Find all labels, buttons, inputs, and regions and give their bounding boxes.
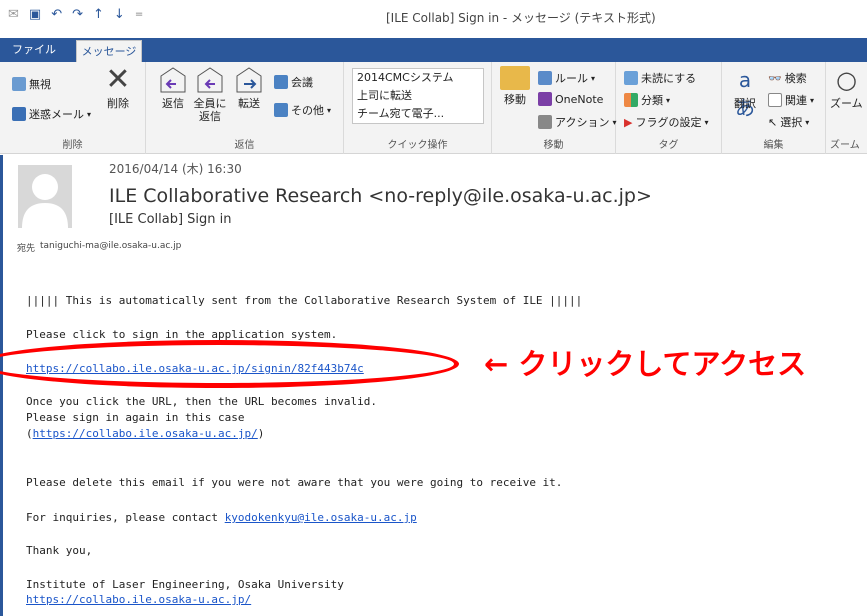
reading-pane-border <box>0 155 3 616</box>
binoculars-icon: 👓 <box>768 71 782 85</box>
click-callout: ← クリックしてアクセス <box>484 347 807 381</box>
onenote-button[interactable]: OneNote <box>538 92 603 106</box>
unread-icon <box>624 71 638 85</box>
related-icon <box>768 93 782 107</box>
tab-message[interactable]: メッセージ <box>76 40 142 62</box>
ignore-button[interactable]: 無視 <box>12 76 51 92</box>
flag-icon: ▶ <box>624 115 633 129</box>
to-address[interactable]: taniguchi-ma@ile.osaka-u.ac.jp <box>40 241 181 251</box>
sender[interactable]: ILE Collaborative Research <no-reply@ile… <box>109 185 652 207</box>
zoom-group: ○ ズーム ズーム <box>826 62 867 154</box>
message-date: 2016/04/14 (木) 16:30 <box>109 162 242 176</box>
redo-icon[interactable]: ↷ <box>72 7 83 22</box>
translate-button[interactable]: aあ 翻訳 <box>728 66 762 120</box>
body-line: Once you click the URL, then the URL bec… <box>26 395 377 408</box>
customize-icon[interactable]: = <box>135 9 143 20</box>
body-line: Thank you, <box>26 544 93 557</box>
quick-step-item[interactable]: 上司に転送 <box>353 87 483 105</box>
subject: [ILE Collab] Sign in <box>109 212 232 227</box>
meeting-button[interactable]: 会議 <box>274 74 313 90</box>
tab-file[interactable]: ファイル <box>0 38 68 62</box>
onenote-icon <box>538 92 552 106</box>
rules-icon <box>538 71 552 85</box>
move-group: 移動 ルール ▾ OneNote アクション ▾ 移動 <box>492 62 616 154</box>
save-icon[interactable]: ▣ <box>29 7 41 22</box>
categorize-icon <box>624 93 638 107</box>
meeting-icon <box>274 75 288 89</box>
magnifier-icon: ○ <box>836 66 857 94</box>
reply-all-button[interactable]: 全員に 返信 <box>192 66 228 123</box>
quick-steps-list: 2014CMCシステム 上司に転送 チーム宛て電子... <box>352 68 484 124</box>
window-title: [ILE Collab] Sign in - メッセージ (テキスト形式) <box>386 11 656 25</box>
quick-step-item[interactable]: チーム宛て電子... <box>353 105 483 123</box>
actions-icon <box>538 115 552 129</box>
to-label: 宛先 <box>17 244 36 254</box>
delete-button[interactable]: ✕ 削除 <box>100 62 136 111</box>
mail-icon: ✉ <box>8 7 19 22</box>
forward-button[interactable]: 転送 <box>232 66 266 110</box>
forward-icon <box>236 67 262 93</box>
body-line: Please click to sign in the application … <box>26 328 338 341</box>
chevron-down-icon: ▾ <box>591 73 596 83</box>
highlight-oval <box>0 340 459 388</box>
zoom-button[interactable]: ○ ズーム <box>830 66 867 110</box>
find-button[interactable]: 👓 検索 <box>768 70 807 86</box>
followup-button[interactable]: ▶ フラグの設定 ▾ <box>624 114 708 130</box>
folder-icon <box>500 66 530 90</box>
editing-group: aあ 翻訳 👓 検索 関連 ▾ ↖ 選択 ▾ 編集 <box>722 62 826 154</box>
ignore-icon <box>12 77 26 91</box>
rules-button[interactable]: ルール ▾ <box>538 70 595 86</box>
chevron-down-icon: ▾ <box>810 95 815 105</box>
reply-button[interactable]: 返信 <box>156 66 190 110</box>
person-icon <box>22 174 68 228</box>
body-line: Please delete this email if you were not… <box>26 476 563 489</box>
quick-access-toolbar: ✉ ▣ ↶ ↷ ↑ ↓ = <box>8 7 143 22</box>
delete-icon: ✕ <box>105 62 131 97</box>
tags-group: 未読にする 分類 ▾ ▶ フラグの設定 ▾ タグ <box>616 62 722 154</box>
up-arrow-icon[interactable]: ↑ <box>93 7 104 22</box>
title-bar: ✉ ▣ ↶ ↷ ↑ ↓ = [ILE Collab] Sign in - メッセ… <box>0 0 867 38</box>
mark-unread-button[interactable]: 未読にする <box>624 70 696 86</box>
actions-button[interactable]: アクション ▾ <box>538 114 616 130</box>
avatar <box>18 165 72 228</box>
home-link-line: (https://collabo.ile.osaka-u.ac.jp/) <box>26 427 265 440</box>
home-link[interactable]: https://collabo.ile.osaka-u.ac.jp/ <box>33 427 258 440</box>
signature-link[interactable]: https://collabo.ile.osaka-u.ac.jp/ <box>26 593 251 606</box>
junk-button[interactable]: 迷惑メール ▾ <box>12 106 91 122</box>
translate-icon: aあ <box>735 68 755 120</box>
ribbon: 無視 迷惑メール ▾ ✕ 削除 削除 返信 全員に 返信 転送 会議 その他 ▾… <box>0 62 867 154</box>
chevron-down-icon: ▾ <box>327 105 332 115</box>
categorize-button[interactable]: 分類 ▾ <box>624 92 670 108</box>
body-line: ||||| This is automatically sent from th… <box>26 294 583 307</box>
more-icon <box>274 103 288 117</box>
chevron-down-icon: ▾ <box>805 117 810 127</box>
contact-line: For inquiries, please contact kyodokenky… <box>26 511 417 524</box>
junk-icon <box>12 107 26 121</box>
ribbon-tabs: ファイル メッセージ <box>0 38 867 62</box>
contact-email-link[interactable]: kyodokenkyu@ile.osaka-u.ac.jp <box>225 511 417 524</box>
quick-step-item[interactable]: 2014CMCシステム <box>353 69 483 87</box>
related-button[interactable]: 関連 ▾ <box>768 92 814 108</box>
chevron-down-icon: ▾ <box>666 95 671 105</box>
cursor-icon: ↖ <box>768 115 778 129</box>
signature-line: Institute of Laser Engineering, Osaka Un… <box>26 578 344 591</box>
reply-all-icon <box>197 67 223 93</box>
respond-group: 返信 全員に 返信 転送 会議 その他 ▾ 返信 <box>146 62 344 154</box>
chevron-down-icon: ▾ <box>87 109 92 119</box>
more-respond-button[interactable]: その他 ▾ <box>274 102 331 118</box>
select-button[interactable]: ↖ 選択 ▾ <box>768 114 809 130</box>
signature-link-line: https://collabo.ile.osaka-u.ac.jp/ <box>26 593 251 606</box>
move-button[interactable]: 移動 <box>498 66 532 106</box>
chevron-down-icon: ▾ <box>704 117 709 127</box>
down-arrow-icon[interactable]: ↓ <box>114 7 125 22</box>
reply-icon <box>160 67 186 93</box>
body-line: Please sign in again in this case <box>26 411 245 424</box>
delete-group: 無視 迷惑メール ▾ ✕ 削除 削除 <box>0 62 146 154</box>
undo-icon[interactable]: ↶ <box>51 7 62 22</box>
